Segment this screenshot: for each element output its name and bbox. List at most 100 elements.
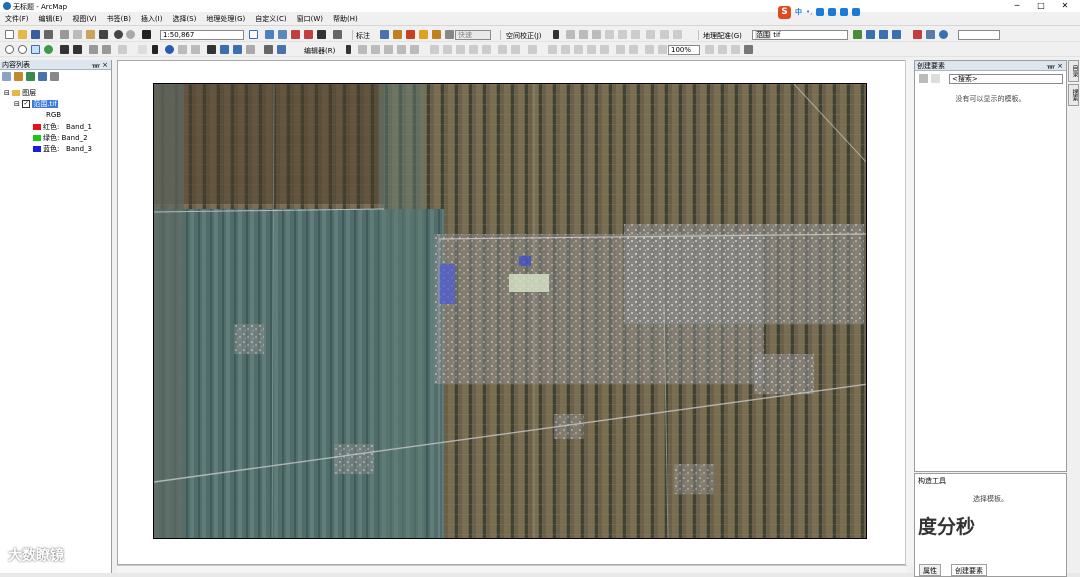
end-point-arc-icon[interactable] bbox=[384, 45, 393, 54]
layers-group-row[interactable]: ⊟ 图层 bbox=[4, 88, 36, 98]
identity-link-icon[interactable] bbox=[618, 30, 627, 39]
layout-zoom-percent[interactable]: 100% bbox=[668, 45, 700, 55]
georeferencing-menu[interactable]: 地理配准(G) bbox=[703, 31, 742, 41]
microphone-icon[interactable] bbox=[816, 8, 825, 16]
point-icon[interactable] bbox=[410, 45, 419, 54]
close-button[interactable]: ✕ bbox=[1053, 0, 1077, 12]
layout-zoom-out-icon[interactable] bbox=[561, 45, 570, 54]
print-icon[interactable] bbox=[44, 30, 53, 39]
rotate-tool-icon[interactable] bbox=[482, 45, 491, 54]
georeference-layer-dropdown[interactable]: 范围 tif bbox=[752, 30, 848, 40]
tab-catalog[interactable]: 目录 bbox=[1068, 60, 1079, 82]
map-scale-field[interactable]: 1:50,867 bbox=[160, 30, 244, 40]
collapse-icon[interactable]: ⊟ bbox=[14, 100, 22, 108]
cut-polygons-icon[interactable] bbox=[456, 45, 465, 54]
create-features-window-icon[interactable] bbox=[528, 45, 537, 54]
label-manager-icon[interactable] bbox=[380, 30, 389, 39]
clear-area-icon[interactable] bbox=[646, 30, 655, 39]
menu-bookmarks[interactable]: 书签(B) bbox=[102, 13, 136, 26]
toc-pin-close-buttons[interactable]: ᚄ × bbox=[92, 60, 108, 70]
zoom-out-icon[interactable] bbox=[18, 45, 27, 54]
hyperlink-icon[interactable] bbox=[178, 45, 187, 54]
cut-icon[interactable] bbox=[60, 30, 69, 39]
create-features-pin-close-buttons[interactable]: ᚄ × bbox=[1047, 61, 1063, 71]
menu-geoprocessing[interactable]: 地理处理(G) bbox=[201, 13, 250, 26]
limited-adjust-area-icon[interactable] bbox=[631, 30, 640, 39]
template-filter-icon[interactable] bbox=[931, 74, 940, 83]
redo-icon[interactable] bbox=[126, 30, 135, 39]
label-style-dropdown[interactable]: 快速 bbox=[455, 30, 491, 40]
previous-layout-extent-icon[interactable] bbox=[645, 45, 654, 54]
sogou-ime-icon[interactable]: S bbox=[778, 5, 791, 19]
model-builder-icon[interactable] bbox=[333, 30, 342, 39]
clear-selection-icon[interactable] bbox=[138, 45, 147, 54]
modify-link-icon[interactable] bbox=[579, 30, 588, 39]
list-by-selection-icon[interactable] bbox=[38, 72, 47, 81]
ime-mode[interactable]: 中 bbox=[795, 7, 802, 17]
trace-icon[interactable] bbox=[397, 45, 406, 54]
add-data-icon[interactable] bbox=[142, 30, 151, 39]
raster-layer-name[interactable]: 范围.tif bbox=[32, 100, 58, 108]
straight-segment-icon[interactable] bbox=[371, 45, 380, 54]
labeling-menu[interactable]: 标注 bbox=[356, 31, 370, 41]
toc-options-icon[interactable] bbox=[50, 72, 59, 81]
reshape-icon[interactable] bbox=[443, 45, 452, 54]
attribute-transfer-icon[interactable] bbox=[673, 30, 682, 39]
visibility-checkbox[interactable]: ✓ bbox=[22, 100, 31, 108]
menu-insert[interactable]: 插入(I) bbox=[136, 13, 168, 26]
change-layout-icon[interactable] bbox=[731, 45, 740, 54]
save-icon[interactable] bbox=[31, 30, 40, 39]
edit-tool-icon[interactable] bbox=[346, 45, 351, 54]
next-layout-extent-icon[interactable] bbox=[658, 45, 667, 54]
maximize-button[interactable]: □ bbox=[1029, 0, 1053, 12]
menu-help[interactable]: 帮助(H) bbox=[328, 13, 363, 26]
menu-file[interactable]: 文件(F) bbox=[0, 13, 34, 26]
open-folder-icon[interactable] bbox=[18, 30, 27, 39]
edit-vertices-icon[interactable] bbox=[430, 45, 439, 54]
add-control-points-icon[interactable] bbox=[853, 30, 862, 39]
zoom-whole-page-icon[interactable] bbox=[587, 45, 596, 54]
go-to-xy-icon[interactable] bbox=[233, 45, 242, 54]
search-window-icon[interactable] bbox=[291, 30, 300, 39]
toc-splitter[interactable] bbox=[113, 60, 115, 570]
zoom-100-icon[interactable] bbox=[600, 45, 609, 54]
layout-horizontal-scrollbar[interactable] bbox=[117, 565, 907, 573]
new-document-icon[interactable] bbox=[5, 30, 14, 39]
rotate-icon[interactable] bbox=[866, 30, 875, 39]
create-viewer-icon[interactable] bbox=[264, 45, 273, 54]
spatial-adjustment-menu[interactable]: 空间校正(J) bbox=[506, 31, 542, 41]
measure-icon[interactable] bbox=[207, 45, 216, 54]
menu-customize[interactable]: 自定义(C) bbox=[250, 13, 291, 26]
attributes-icon[interactable] bbox=[498, 45, 507, 54]
keyboard-icon[interactable] bbox=[828, 8, 837, 16]
label-weight-icon[interactable] bbox=[406, 30, 415, 39]
menu-view[interactable]: 视图(V) bbox=[67, 13, 101, 26]
view-link-table-georef-icon[interactable] bbox=[913, 30, 922, 39]
tab-search[interactable]: 搜索 bbox=[1068, 84, 1079, 106]
scale-icon[interactable] bbox=[892, 30, 901, 39]
full-extent-icon[interactable] bbox=[44, 45, 53, 54]
identify-icon[interactable] bbox=[165, 45, 174, 54]
lock-labels-icon[interactable] bbox=[419, 30, 428, 39]
collapse-icon[interactable]: ⊟ bbox=[4, 89, 12, 97]
fixed-zoom-in-icon[interactable] bbox=[60, 45, 69, 54]
back-extent-icon[interactable] bbox=[89, 45, 98, 54]
organize-templates-icon[interactable] bbox=[919, 74, 928, 83]
label-priority-icon[interactable] bbox=[393, 30, 402, 39]
delete-icon[interactable] bbox=[99, 30, 108, 39]
edge-match-icon[interactable] bbox=[660, 30, 669, 39]
select-features-icon[interactable] bbox=[118, 45, 127, 54]
tab-create-features[interactable]: 创建要素 bbox=[951, 564, 987, 576]
layout-view[interactable] bbox=[117, 60, 907, 565]
ime-toolbar[interactable]: S 中 •, bbox=[778, 1, 861, 23]
menu-selection[interactable]: 选择(S) bbox=[167, 13, 201, 26]
pause-labeling-icon[interactable] bbox=[432, 30, 441, 39]
split-icon[interactable] bbox=[469, 45, 478, 54]
menu-windows[interactable]: 窗口(W) bbox=[292, 13, 328, 26]
time-slider-icon[interactable] bbox=[246, 45, 255, 54]
fixed-layout-zoom-out-icon[interactable] bbox=[629, 45, 638, 54]
catalog-icon[interactable] bbox=[278, 30, 287, 39]
shift-icon[interactable] bbox=[879, 30, 888, 39]
editor-toolbar-icon[interactable] bbox=[249, 30, 258, 39]
ime-punct[interactable]: •, bbox=[806, 8, 812, 16]
